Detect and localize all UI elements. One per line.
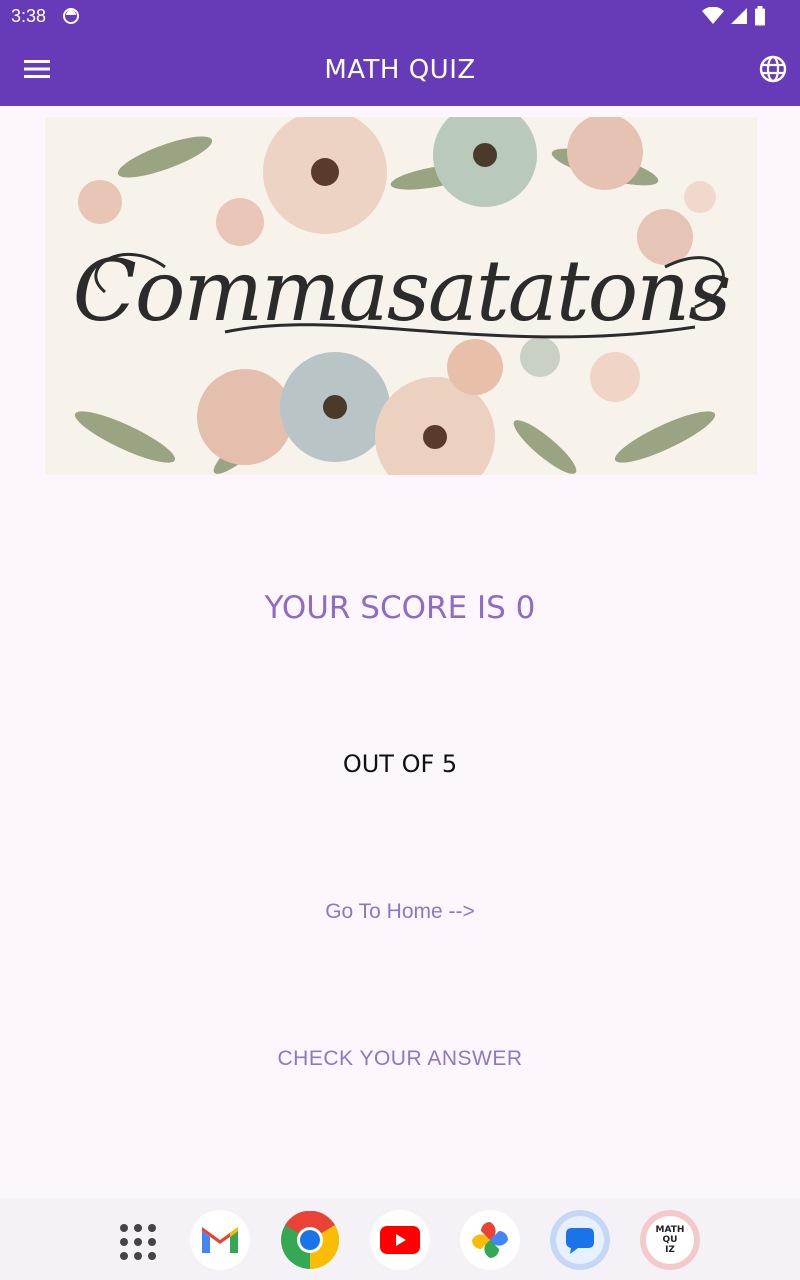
sync-icon	[63, 8, 79, 24]
banner-text: Commasatatons	[72, 242, 732, 340]
google-photos-icon	[472, 1222, 508, 1258]
math-quiz-icon-line-1: MATH	[655, 1225, 685, 1235]
youtube-icon	[380, 1226, 420, 1254]
gmail-app-icon[interactable]	[190, 1210, 250, 1270]
math-quiz-icon: MATH QU IZ	[646, 1216, 694, 1264]
chrome-app-icon[interactable]	[280, 1210, 340, 1270]
signal-icon	[731, 8, 747, 24]
status-time: 3:38	[11, 6, 47, 26]
wifi-icon	[702, 7, 724, 24]
go-to-home-link[interactable]: Go To Home -->	[0, 900, 800, 924]
battery-icon	[755, 6, 765, 26]
messages-app-icon[interactable]	[550, 1210, 610, 1270]
gmail-icon	[202, 1227, 238, 1253]
chrome-icon	[281, 1211, 339, 1269]
math-quiz-icon-line-3: IZ	[665, 1245, 675, 1255]
math-quiz-app-icon[interactable]: MATH QU IZ	[640, 1210, 700, 1270]
check-your-answer-button[interactable]: CHECK YOUR ANSWER	[0, 1047, 800, 1071]
app-drawer-icon[interactable]	[118, 1222, 158, 1262]
congratulations-banner: Commasatatons	[45, 117, 757, 475]
youtube-app-icon[interactable]	[370, 1210, 430, 1270]
math-quiz-icon-line-2: QU	[662, 1235, 678, 1245]
app-dock: MATH QU IZ	[0, 1198, 800, 1280]
messages-icon	[556, 1216, 604, 1264]
out-of-text: OUT OF 5	[342, 750, 458, 778]
status-bar: 3:38	[0, 0, 800, 33]
photos-app-icon[interactable]	[460, 1210, 520, 1270]
app-bar: MATH QUIZ	[0, 33, 800, 106]
score-text: YOUR SCORE IS 0	[264, 590, 536, 626]
page-title: MATH QUIZ	[324, 55, 476, 85]
globe-icon[interactable]	[758, 54, 788, 84]
